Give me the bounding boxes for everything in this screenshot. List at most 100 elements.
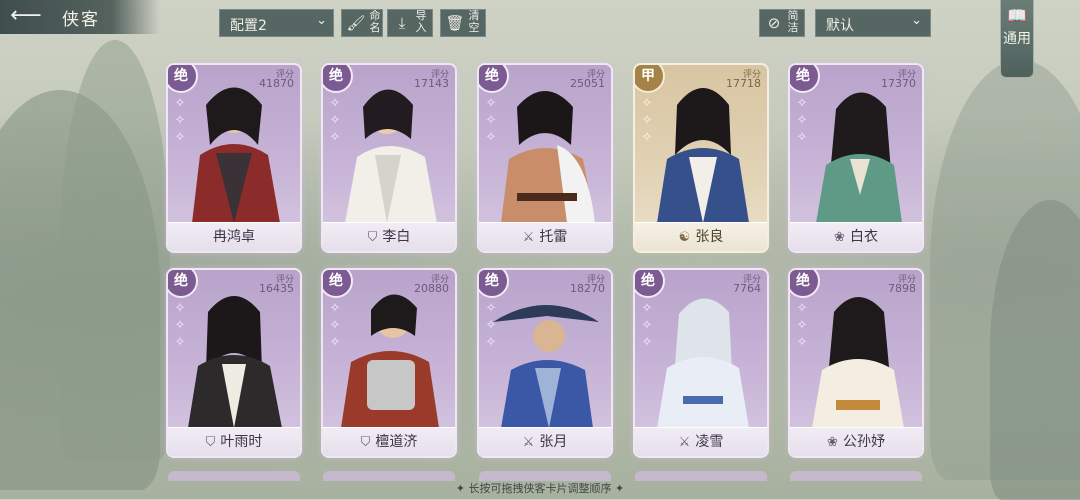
score-value: 25051 <box>570 77 605 90</box>
background-mountain <box>60 40 170 460</box>
sword-icon: ⚔ <box>522 230 535 245</box>
gem-column: ✧ ✧ ✧ <box>327 300 343 351</box>
preset-value: 配置2 <box>230 18 267 34</box>
preset-dropdown[interactable]: 配置2 ⌄ <box>219 9 334 37</box>
score-value: 7764 <box>733 282 761 295</box>
hero-card[interactable]: 绝 ✧ ✧ ✧ 评分 25051 ⚔ 托雷 <box>479 65 611 251</box>
sword-icon: ⚔ <box>678 435 691 450</box>
gem-icon: ✧ <box>329 335 341 350</box>
gem-icon: ✧ <box>641 130 653 145</box>
hero-card[interactable]: 绝 ✧ ✧ ✧ 评分 20880 ⛉ 檀道济 <box>323 270 455 456</box>
simple-mode-button[interactable]: ⊘ 简洁 <box>759 9 805 37</box>
gem-icon: ✧ <box>641 301 653 316</box>
drag-hint: ✦ 长按可拖拽侠客卡片调整顺序 ✦ <box>455 482 625 495</box>
gem-column: ✧ ✧ ✧ <box>639 300 655 351</box>
gem-icon: ✧ <box>641 335 653 350</box>
clear-button[interactable]: 🗑 清空 <box>440 9 486 37</box>
gem-icon: ✧ <box>329 318 341 333</box>
score-value: 16435 <box>259 282 294 295</box>
download-icon: ⤓ <box>398 14 406 32</box>
name-plate: ⚔ 凌雪 <box>635 427 767 456</box>
hero-card[interactable]: 绝 ✧ ✧ ✧ 评分 17370 ❀ 白衣 <box>790 65 922 251</box>
hero-name: 叶雨时 <box>220 434 263 450</box>
name-plate: ⚔ 托雷 <box>479 222 611 251</box>
hero-name: 公孙妤 <box>842 434 885 450</box>
import-button[interactable]: ⤓ 导入 <box>387 9 433 37</box>
hero-portrait <box>798 280 916 428</box>
general-tab[interactable]: 📖 通用 <box>1000 0 1034 78</box>
hero-name: 凌雪 <box>695 434 724 450</box>
gem-icon: ✧ <box>329 130 341 145</box>
hero-card[interactable]: 绝 ✧ ✧ ✧ 评分 18270 ⚔ 张月 <box>479 270 611 456</box>
lotus-icon: ❀ <box>827 435 838 450</box>
sort-value: 默认 <box>826 18 854 34</box>
gem-icon: ✧ <box>329 113 341 128</box>
gem-icon: ✧ <box>796 301 808 316</box>
name-plate: ⛉ 李白 <box>323 222 455 251</box>
hero-card[interactable]: 绝 ✧ ✧ ✧ 评分 41870 冉鸿卓 <box>168 65 300 251</box>
name-plate: ⛉ 叶雨时 <box>168 427 300 456</box>
hero-card[interactable]: 甲 ✧ ✧ ✧ 评分 17718 ☯ 张良 <box>635 65 767 251</box>
score-value: 17143 <box>414 77 449 90</box>
name-plate: ❀ 白衣 <box>790 222 922 251</box>
book-icon: 📖 <box>1007 6 1027 25</box>
hero-portrait <box>643 75 761 223</box>
gem-icon: ✧ <box>329 301 341 316</box>
taiji-icon: ☯ <box>678 230 691 245</box>
gem-icon: ✧ <box>485 130 497 145</box>
gem-icon: ✧ <box>796 318 808 333</box>
clear-label: 清空 <box>468 9 480 34</box>
hero-portrait <box>331 75 449 223</box>
hero-name: 张月 <box>539 434 568 450</box>
score-value: 17370 <box>881 77 916 90</box>
shield-icon: ⛉ <box>205 435 216 450</box>
hero-name: 张良 <box>695 229 724 245</box>
gem-icon: ✧ <box>485 335 497 350</box>
name-plate: 冉鸿卓 <box>168 222 300 251</box>
hero-portrait <box>176 280 294 428</box>
brush-icon: 🖌 <box>346 14 366 32</box>
name-plate: ☯ 张良 <box>635 222 767 251</box>
score-value: 20880 <box>414 282 449 295</box>
hero-portrait <box>487 280 605 428</box>
hero-portrait <box>643 280 761 428</box>
simple-label: 简洁 <box>787 9 799 34</box>
trash-icon: 🗑 <box>445 14 465 32</box>
gem-icon: ✧ <box>174 301 186 316</box>
hero-card[interactable]: 绝 ✧ ✧ ✧ 评分 7764 ⚔ 凌雪 <box>635 270 767 456</box>
gem-icon: ✧ <box>174 130 186 145</box>
gem-column: ✧ ✧ ✧ <box>794 95 810 146</box>
import-label: 导入 <box>415 9 427 34</box>
hero-portrait <box>487 75 605 223</box>
general-label: 通用 <box>1003 31 1031 47</box>
hero-portrait <box>798 75 916 223</box>
gem-column: ✧ ✧ ✧ <box>483 300 499 351</box>
hero-name: 冉鸿卓 <box>213 229 255 245</box>
name-plate: ❀ 公孙妤 <box>790 427 922 456</box>
gem-icon: ✧ <box>174 113 186 128</box>
back-button[interactable]: ⟵ <box>4 4 48 28</box>
lotus-icon: ❀ <box>834 230 845 245</box>
gem-column: ✧ ✧ ✧ <box>172 95 188 146</box>
gem-icon: ✧ <box>174 96 186 111</box>
rename-button[interactable]: 🖌 命名 <box>341 9 383 37</box>
hero-card[interactable]: 绝 ✧ ✧ ✧ 评分 17143 ⛉ 李白 <box>323 65 455 251</box>
hero-card[interactable]: 绝 ✧ ✧ ✧ 评分 7898 ❀ 公孙妤 <box>790 270 922 456</box>
shield-icon: ⛉ <box>360 435 371 450</box>
shield-icon: ⛉ <box>367 230 378 245</box>
gem-icon: ✧ <box>641 113 653 128</box>
gem-icon: ✧ <box>796 130 808 145</box>
score-value: 41870 <box>259 77 294 90</box>
gem-icon: ✧ <box>485 318 497 333</box>
gem-column: ✧ ✧ ✧ <box>327 95 343 146</box>
gem-icon: ✧ <box>796 113 808 128</box>
sort-dropdown[interactable]: 默认 ⌄ <box>815 9 931 37</box>
hero-card[interactable]: 绝 ✧ ✧ ✧ 评分 16435 ⛉ 叶雨时 <box>168 270 300 456</box>
chevron-down-icon: ⌄ <box>316 13 327 28</box>
gem-icon: ✧ <box>641 318 653 333</box>
score-value: 18270 <box>570 282 605 295</box>
hero-name: 托雷 <box>539 229 568 245</box>
top-bar: ⟵ 侠客 配置2 ⌄ 🖌 命名 ⤓ 导入 🗑 清空 ⊘ 简洁 默认 ⌄ 📖 通用 <box>0 0 1080 78</box>
gem-icon: ✧ <box>641 96 653 111</box>
gem-column: ✧ ✧ ✧ <box>794 300 810 351</box>
